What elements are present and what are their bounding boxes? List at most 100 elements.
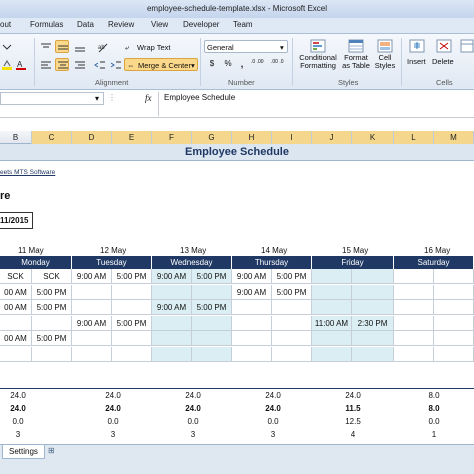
- schedule-cell[interactable]: [112, 284, 152, 300]
- total-shifts-value[interactable]: 3: [173, 429, 213, 441]
- schedule-cell[interactable]: 5:00 PM: [272, 269, 312, 284]
- tab-page-layout[interactable]: out: [0, 20, 11, 29]
- schedule-cell[interactable]: 9:00 AM: [72, 315, 112, 331]
- name-box[interactable]: ▾: [0, 92, 104, 105]
- number-format-select[interactable]: General ▾: [204, 40, 288, 53]
- increase-decimal-button[interactable]: .0 .00: [250, 58, 267, 71]
- schedule-cell[interactable]: 5:00 PM: [112, 315, 152, 331]
- schedule-cell[interactable]: [152, 346, 192, 362]
- column-header-b[interactable]: B: [0, 131, 32, 144]
- schedule-cell[interactable]: [312, 331, 352, 346]
- schedule-cell[interactable]: [112, 331, 152, 346]
- insert-function-icon[interactable]: fx: [145, 93, 152, 103]
- schedule-cell[interactable]: [152, 331, 192, 346]
- schedule-cell[interactable]: [352, 284, 394, 300]
- total-scheduled-value[interactable]: 24.0: [173, 390, 213, 402]
- total-worked-value[interactable]: 24.0: [0, 403, 38, 415]
- tab-review[interactable]: Review: [108, 20, 134, 29]
- tab-data[interactable]: Data: [77, 20, 94, 29]
- total-shifts-value[interactable]: 3: [0, 429, 38, 441]
- wrap-text-button[interactable]: ⤶ Wrap Text: [124, 40, 174, 53]
- schedule-cell[interactable]: 5:00 PM: [272, 284, 312, 300]
- software-link[interactable]: eets MTS Software: [0, 169, 55, 176]
- total-worked-value[interactable]: 24.0: [173, 403, 213, 415]
- schedule-cell[interactable]: [232, 346, 272, 362]
- schedule-cell[interactable]: [32, 346, 72, 362]
- schedule-cell[interactable]: [434, 284, 474, 300]
- schedule-cell[interactable]: [394, 269, 434, 284]
- schedule-cell[interactable]: [434, 331, 474, 346]
- schedule-cell[interactable]: [352, 331, 394, 346]
- schedule-cell[interactable]: [394, 331, 434, 346]
- total-scheduled-value[interactable]: 8.0: [414, 390, 454, 402]
- schedule-cell[interactable]: 9:00 AM: [152, 269, 192, 284]
- delete-button[interactable]: Delete: [430, 36, 456, 76]
- schedule-cell[interactable]: [312, 346, 352, 362]
- schedule-cell[interactable]: 9:00 AM: [152, 300, 192, 315]
- schedule-cell[interactable]: [352, 346, 394, 362]
- schedule-cell[interactable]: 9:00 AM: [72, 269, 112, 284]
- schedule-cell[interactable]: [192, 331, 232, 346]
- schedule-cell[interactable]: 5:00 PM: [112, 269, 152, 284]
- total-worked-value[interactable]: 11.5: [333, 403, 373, 415]
- schedule-cell[interactable]: [272, 300, 312, 315]
- total-shifts-value[interactable]: 3: [93, 429, 133, 441]
- insert-button[interactable]: Insert: [404, 36, 428, 76]
- column-header-h[interactable]: H: [232, 131, 272, 144]
- format-as-table-button[interactable]: Format as Table: [340, 36, 370, 76]
- schedule-cell[interactable]: [312, 284, 352, 300]
- align-bottom-icon[interactable]: [72, 40, 86, 53]
- schedule-cell[interactable]: [0, 346, 32, 362]
- schedule-cell[interactable]: [272, 331, 312, 346]
- column-header-e[interactable]: E: [112, 131, 152, 144]
- schedule-cell[interactable]: [192, 284, 232, 300]
- schedule-cell[interactable]: 11:00 AM: [312, 315, 352, 331]
- column-header-l[interactable]: L: [394, 131, 434, 144]
- formula-input[interactable]: Employee Schedule: [158, 92, 474, 116]
- column-header-j[interactable]: J: [312, 131, 352, 144]
- schedule-cell[interactable]: [112, 300, 152, 315]
- total-remaining-value[interactable]: 0.0: [253, 416, 293, 428]
- align-right-icon[interactable]: [72, 58, 86, 71]
- total-remaining-value[interactable]: 0.0: [93, 416, 133, 428]
- total-remaining-value[interactable]: 0.0: [173, 416, 213, 428]
- percent-button[interactable]: %: [222, 58, 234, 71]
- total-shifts-value[interactable]: 4: [333, 429, 373, 441]
- total-scheduled-value[interactable]: 24.0: [333, 390, 373, 402]
- schedule-cell[interactable]: [272, 315, 312, 331]
- total-worked-value[interactable]: 8.0: [414, 403, 454, 415]
- increase-indent-icon[interactable]: [108, 58, 122, 71]
- total-scheduled-value[interactable]: 24.0: [93, 390, 133, 402]
- column-header-k[interactable]: K: [352, 131, 394, 144]
- schedule-cell[interactable]: 00 AM: [0, 300, 32, 315]
- week-start-date-box[interactable]: 11/2015: [0, 212, 33, 229]
- sheet-tab-settings[interactable]: Settings: [2, 445, 45, 459]
- column-header-g[interactable]: G: [192, 131, 232, 144]
- schedule-cell[interactable]: [152, 284, 192, 300]
- tab-team[interactable]: Team: [233, 20, 253, 29]
- schedule-cell[interactable]: [72, 331, 112, 346]
- schedule-cell[interactable]: [394, 315, 434, 331]
- schedule-cell[interactable]: [72, 300, 112, 315]
- schedule-cell[interactable]: [232, 315, 272, 331]
- align-top-icon[interactable]: [38, 40, 52, 53]
- decrease-decimal-button[interactable]: .00 .0: [270, 58, 287, 71]
- total-remaining-value[interactable]: 0.0: [0, 416, 38, 428]
- column-header-d[interactable]: D: [72, 131, 112, 144]
- schedule-cell[interactable]: 5:00 PM: [32, 300, 72, 315]
- tab-view[interactable]: View: [151, 20, 168, 29]
- schedule-cell[interactable]: [434, 346, 474, 362]
- align-center-icon[interactable]: [55, 58, 69, 71]
- schedule-cell[interactable]: [394, 284, 434, 300]
- fill-color-icon[interactable]: [0, 58, 12, 70]
- schedule-cell[interactable]: [32, 315, 72, 331]
- schedule-cell[interactable]: 5:00 PM: [32, 284, 72, 300]
- column-header-c[interactable]: C: [32, 131, 72, 144]
- schedule-cell[interactable]: [72, 284, 112, 300]
- schedule-cell[interactable]: 9:00 AM: [232, 284, 272, 300]
- schedule-cell[interactable]: [192, 315, 232, 331]
- schedule-cell[interactable]: [394, 300, 434, 315]
- align-left-icon[interactable]: [38, 58, 52, 71]
- sheet-tab-scroll-icon[interactable]: ⊞: [48, 446, 55, 455]
- total-worked-value[interactable]: 24.0: [93, 403, 133, 415]
